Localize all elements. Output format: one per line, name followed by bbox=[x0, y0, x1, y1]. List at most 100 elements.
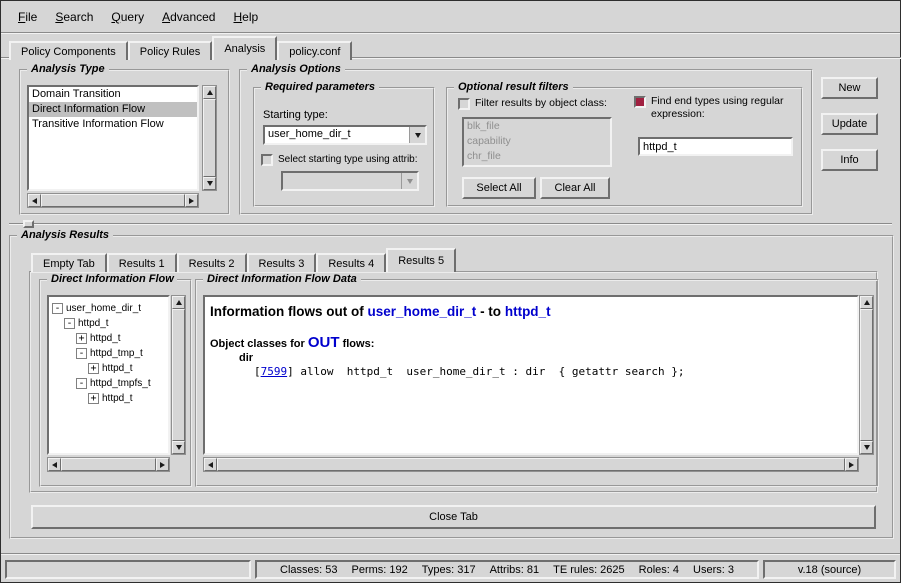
regex-input[interactable] bbox=[638, 137, 793, 156]
flow-direction-label: OUT bbox=[308, 334, 340, 351]
tree-node-label[interactable]: httpd_t bbox=[102, 393, 133, 404]
menu-query[interactable]: Query bbox=[102, 6, 153, 28]
flow-data-textarea[interactable]: Information flows out of user_home_dir_t… bbox=[203, 295, 859, 455]
menubar-separator bbox=[1, 32, 900, 34]
scrollbar-thumb[interactable] bbox=[203, 99, 216, 177]
flow-header-prefix: Information flows out of bbox=[210, 304, 364, 319]
tree-node-label[interactable]: httpd_t bbox=[102, 363, 133, 374]
menu-search[interactable]: Search bbox=[46, 6, 102, 28]
scroll-left-button[interactable] bbox=[204, 458, 217, 471]
tree-toggle-icon[interactable]: - bbox=[64, 318, 75, 329]
tab-policy-components[interactable]: Policy Components bbox=[9, 41, 128, 60]
analysis-options-group: Analysis Options Required parameters Sta… bbox=[239, 69, 813, 215]
scrollbar-thumb[interactable] bbox=[61, 458, 156, 471]
tree-node: + httpd_t bbox=[49, 331, 168, 346]
tab-empty-tab[interactable]: Empty Tab bbox=[31, 253, 107, 272]
down-arrow-icon bbox=[176, 445, 182, 450]
data-horizontal-scrollbar[interactable] bbox=[203, 457, 859, 472]
regex-checkbox-label: Find end types using regular expression: bbox=[651, 95, 796, 121]
scroll-down-button[interactable] bbox=[172, 441, 185, 454]
analysis-results-title: Analysis Results bbox=[17, 229, 113, 241]
tree-toggle-icon[interactable]: - bbox=[76, 348, 87, 359]
statusbar-stats-panel: Classes: 53 Perms: 192 Types: 317 Attrib… bbox=[255, 560, 759, 579]
up-arrow-icon bbox=[207, 90, 213, 95]
analysis-type-option-selected[interactable]: Direct Information Flow bbox=[29, 102, 197, 117]
tab-results-4[interactable]: Results 4 bbox=[316, 253, 386, 272]
tree-node-label[interactable]: httpd_tmp_t bbox=[90, 348, 143, 359]
scroll-right-button[interactable] bbox=[845, 458, 858, 471]
tree-node-label[interactable]: user_home_dir_t bbox=[66, 303, 141, 314]
update-button[interactable]: Update bbox=[821, 113, 878, 135]
scroll-right-button[interactable] bbox=[156, 458, 169, 471]
scrollbar-thumb[interactable] bbox=[172, 309, 185, 441]
tree-toggle-icon[interactable]: - bbox=[76, 378, 87, 389]
close-tab-button[interactable]: Close Tab bbox=[31, 505, 876, 529]
tab-results-2[interactable]: Results 2 bbox=[177, 253, 247, 272]
up-arrow-icon bbox=[864, 300, 870, 305]
starting-type-combobox[interactable]: user_home_dir_t bbox=[263, 125, 427, 145]
analysis-type-vertical-scrollbar[interactable] bbox=[202, 85, 217, 191]
analysis-type-option[interactable]: Transitive Information Flow bbox=[29, 117, 197, 132]
dropdown-arrow-icon bbox=[407, 179, 413, 184]
object-class-option[interactable]: blk_file bbox=[464, 119, 610, 134]
menu-advanced[interactable]: Advanced bbox=[153, 6, 224, 28]
new-button[interactable]: New bbox=[821, 77, 878, 99]
stat-types: Types: 317 bbox=[422, 564, 476, 576]
scroll-down-button[interactable] bbox=[860, 441, 873, 454]
rule-number-link[interactable]: 7599 bbox=[261, 365, 288, 378]
tree-horizontal-scrollbar[interactable] bbox=[47, 457, 170, 472]
scroll-up-button[interactable] bbox=[860, 296, 873, 309]
scroll-up-button[interactable] bbox=[172, 296, 185, 309]
tree-toggle-icon[interactable]: + bbox=[88, 393, 99, 404]
tab-results-5[interactable]: Results 5 bbox=[386, 248, 456, 272]
statusbar-separator bbox=[1, 553, 900, 555]
tab-results-1[interactable]: Results 1 bbox=[107, 253, 177, 272]
select-all-button[interactable]: Select All bbox=[462, 177, 536, 199]
scrollbar-thumb[interactable] bbox=[860, 309, 873, 441]
tree-toggle-icon[interactable]: + bbox=[88, 363, 99, 374]
scrollbar-thumb[interactable] bbox=[41, 194, 185, 207]
attrib-combobox[interactable] bbox=[281, 171, 419, 191]
scroll-left-button[interactable] bbox=[28, 194, 41, 207]
scroll-left-button[interactable] bbox=[48, 458, 61, 471]
tree-node-label[interactable]: httpd_t bbox=[90, 333, 121, 344]
object-class-option[interactable]: capability bbox=[464, 134, 610, 149]
flow-data-group: Direct Information Flow Data Information… bbox=[195, 279, 879, 487]
scroll-right-button[interactable] bbox=[185, 194, 198, 207]
starting-type-value: user_home_dir_t bbox=[265, 127, 409, 143]
attrib-dropdown-button[interactable] bbox=[401, 173, 417, 189]
analysis-type-title: Analysis Type bbox=[27, 63, 109, 75]
tab-analysis[interactable]: Analysis bbox=[212, 36, 277, 60]
tab-results-3[interactable]: Results 3 bbox=[247, 253, 317, 272]
object-class-option[interactable]: chr_file bbox=[464, 149, 610, 164]
scroll-down-button[interactable] bbox=[203, 177, 216, 190]
attrib-checkbox[interactable] bbox=[261, 154, 273, 166]
regex-checkbox[interactable] bbox=[634, 96, 646, 108]
menu-file[interactable]: File bbox=[9, 6, 46, 28]
menu-help[interactable]: Help bbox=[224, 6, 267, 28]
tree-node: - httpd_tmp_t bbox=[49, 346, 168, 361]
right-arrow-icon bbox=[189, 198, 194, 204]
tree-node-label[interactable]: httpd_t bbox=[78, 318, 109, 329]
tree-node-label[interactable]: httpd_tmpfs_t bbox=[90, 378, 151, 389]
scroll-up-button[interactable] bbox=[203, 86, 216, 99]
tab-policy-rules[interactable]: Policy Rules bbox=[128, 41, 213, 60]
tree-toggle-icon[interactable]: + bbox=[76, 333, 87, 344]
starting-type-dropdown-button[interactable] bbox=[409, 127, 425, 143]
pane-sash-handle[interactable] bbox=[23, 220, 34, 228]
object-class-filter-checkbox[interactable] bbox=[458, 98, 470, 110]
flow-header: Information flows out of user_home_dir_t… bbox=[210, 304, 852, 319]
down-arrow-icon bbox=[864, 445, 870, 450]
data-vertical-scrollbar[interactable] bbox=[859, 295, 874, 455]
info-button[interactable]: Info bbox=[821, 149, 878, 171]
tree-vertical-scrollbar[interactable] bbox=[171, 295, 186, 455]
analysis-type-horizontal-scrollbar[interactable] bbox=[27, 193, 199, 208]
clear-all-button[interactable]: Clear All bbox=[540, 177, 610, 199]
analysis-type-option[interactable]: Domain Transition bbox=[29, 87, 197, 102]
main-tabbar: Policy Components Policy Rules Analysis … bbox=[9, 35, 352, 60]
scrollbar-thumb[interactable] bbox=[217, 458, 845, 471]
left-arrow-icon bbox=[52, 462, 57, 468]
tree-toggle-icon[interactable]: - bbox=[52, 303, 63, 314]
attrib-checkbox-label: Select starting type using attrib: bbox=[278, 153, 418, 166]
tab-policy-conf[interactable]: policy.conf bbox=[277, 41, 352, 60]
